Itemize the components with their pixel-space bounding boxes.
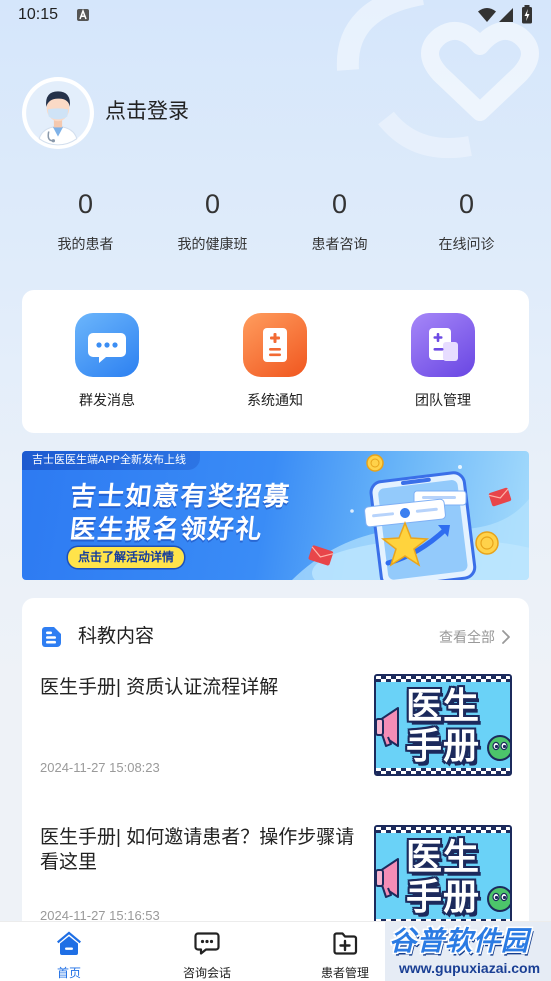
notice-document-icon [243, 313, 307, 377]
stat-my-health-class[interactable]: 0 我的健康班 [149, 184, 276, 254]
smiley-icon [487, 886, 510, 912]
stat-label: 患者咨询 [311, 236, 368, 252]
stat-value: 0 [458, 189, 475, 219]
banner-headline-2: 医生报名领好礼 [68, 514, 265, 544]
thumbnail-line-2: 手册 [406, 725, 481, 766]
wifi-icon [478, 8, 496, 22]
science-content-card: 科教内容 查看全部 医生手册| 资质认证流程详解 2024-11-27 15:0… [22, 598, 529, 938]
article-item[interactable]: 医生手册| 资质认证流程详解 2024-11-27 15:08:23 医生 手册 [22, 598, 529, 788]
stat-label: 我的患者 [57, 236, 114, 252]
thumbnail-line-2: 手册 [406, 876, 481, 917]
home-icon [57, 931, 81, 955]
thumbnail-title: 医生 手册 [406, 837, 486, 917]
tab-consult-chat[interactable]: 咨询会话 [138, 922, 276, 981]
thumbnail-title: 医生 手册 [406, 686, 486, 766]
megaphone-icon [376, 707, 399, 747]
doctor-avatar[interactable] [22, 77, 94, 149]
stat-value: 0 [204, 189, 221, 219]
stat-value: 0 [331, 189, 348, 219]
qa-label: 系统通知 [247, 392, 303, 408]
stat-label: 我的健康班 [177, 236, 248, 252]
folder-plus-icon [333, 932, 358, 955]
thumbnail-line-1: 医生 [406, 685, 481, 726]
watermark-url: www.gupuxiazai.com [399, 960, 541, 976]
promo-banner[interactable]: 吉士医医生端APP全新发布上线 吉士如意有奖招募 医生报名领好礼 点击了解活动详… [22, 451, 529, 580]
battery-charging-icon [522, 5, 532, 24]
megaphone-icon [376, 858, 399, 898]
system-notice-button[interactable]: 系统通知 [212, 290, 339, 433]
article-title: 医生手册| 如何邀请患者？操作步骤请看这里 [40, 826, 355, 873]
article-date: 2024-11-27 15:08:23 [40, 760, 160, 775]
a-notification-icon [77, 9, 89, 21]
thumbnail-line-1: 医生 [406, 836, 481, 877]
stat-my-patients[interactable]: 0 我的患者 [22, 184, 149, 254]
background-decoration [336, 0, 539, 159]
signal-icon [499, 8, 513, 22]
banner-tag: 吉士医医生端APP全新发布上线 [22, 451, 200, 470]
stat-patient-consult[interactable]: 0 患者咨询 [276, 184, 403, 254]
thumbnail-border [376, 827, 510, 833]
article-title: 医生手册| 资质认证流程详解 [40, 677, 279, 698]
article-item[interactable]: 医生手册| 如何邀请患者？操作步骤请看这里 2024-11-27 15:16:5… [22, 798, 529, 938]
thumbnail-border [376, 676, 510, 682]
chat-icon [194, 932, 220, 955]
status-time: 10:15 [18, 6, 59, 23]
tab-label: 首页 [56, 966, 81, 980]
app-screen: 10:15 点击登录 0 我的患者 0 我的健康班 0 患者咨询 0 在线问诊 … [0, 0, 551, 981]
article-thumbnail: 医生 手册 [374, 825, 512, 927]
banner-cta-button[interactable]: 点击了解活动详情 [68, 547, 185, 568]
chat-bubble-icon [75, 313, 139, 377]
site-watermark: 谷普软件园 www.gupuxiazai.com [385, 922, 551, 981]
group-message-button[interactable]: 群发消息 [44, 290, 171, 433]
quick-actions-card: 群发消息 系统通知 团队管理 [22, 290, 529, 433]
stat-value: 0 [77, 189, 94, 219]
team-document-icon [411, 313, 475, 377]
stat-online-consult[interactable]: 0 在线问诊 [403, 184, 530, 254]
tab-label: 咨询会话 [182, 966, 231, 980]
tab-home[interactable]: 首页 [0, 922, 138, 981]
banner-headline-1: 吉士如意有奖招募 [68, 481, 293, 511]
watermark-name: 谷普软件园 [389, 926, 529, 956]
qa-label: 团队管理 [415, 392, 471, 408]
smiley-icon [487, 735, 510, 761]
team-management-button[interactable]: 团队管理 [380, 290, 507, 433]
article-thumbnail: 医生 手册 [374, 674, 512, 776]
stat-label: 在线问诊 [438, 236, 495, 252]
qa-label: 群发消息 [79, 392, 135, 408]
login-link[interactable]: 点击登录 [105, 98, 189, 126]
thumbnail-border [376, 768, 510, 774]
